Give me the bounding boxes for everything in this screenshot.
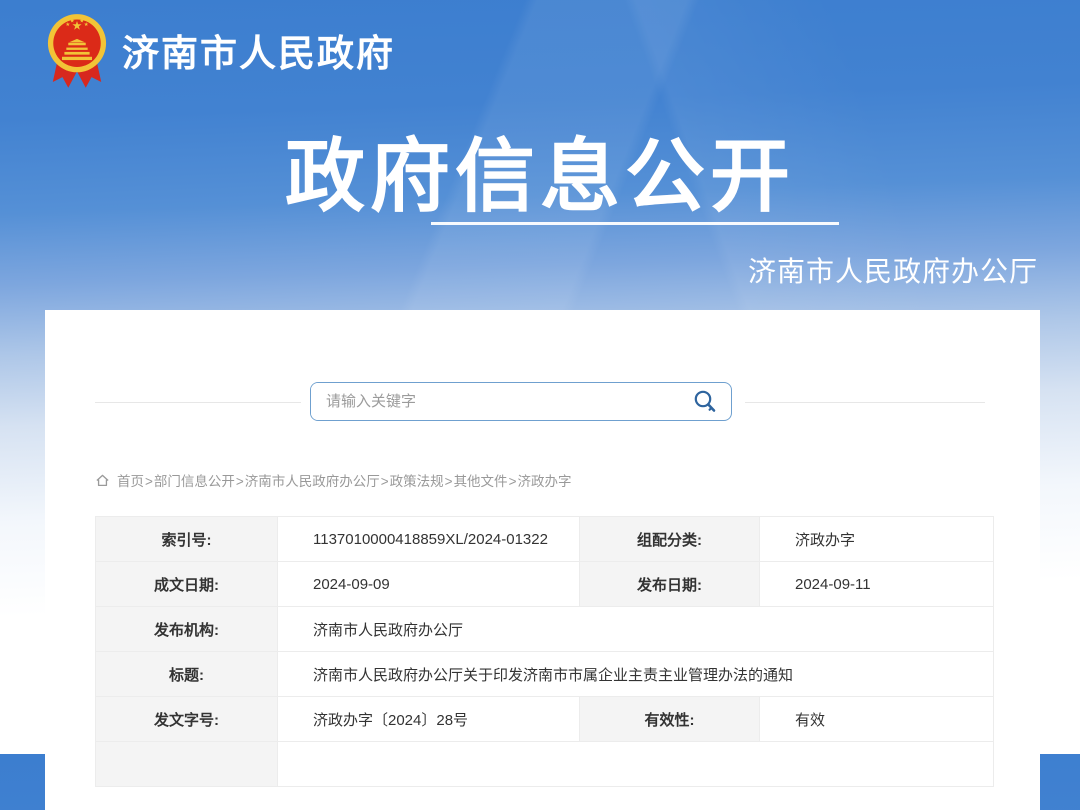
info-table: 索引号:1137010000418859XL/2024-01322组配分类:济政… — [95, 516, 994, 787]
breadcrumb-item[interactable]: 济政办字 — [517, 474, 571, 489]
field-label — [96, 742, 278, 787]
breadcrumb-items: 首页>部门信息公开>济南市人民政府办公厅>政策法规>其他文件>济政办字 — [117, 470, 571, 490]
breadcrumb-item[interactable]: 其他文件 — [454, 474, 508, 489]
breadcrumb-item[interactable]: 政策法规 — [390, 474, 444, 489]
field-value: 济南市人民政府办公厅关于印发济南市市属企业主责主业管理办法的通知 — [278, 652, 994, 697]
table-row — [96, 742, 994, 787]
field-label: 发布日期: — [580, 562, 760, 607]
department-name: 济南市人民政府办公厅 — [748, 250, 1038, 290]
site-name: 济南市人民政府 — [122, 23, 395, 77]
search-box — [310, 382, 732, 421]
content-panel: 首页>部门信息公开>济南市人民政府办公厅>政策法规>其他文件>济政办字 索引号:… — [45, 310, 1040, 810]
search-input[interactable] — [311, 383, 679, 420]
government-info-page: { "header": { "site_name": "济南市人民政府", "p… — [0, 0, 1080, 754]
table-row: 索引号:1137010000418859XL/2024-01322组配分类:济政… — [96, 517, 994, 562]
field-value — [278, 742, 994, 787]
table-row: 标题:济南市人民政府办公厅关于印发济南市市属企业主责主业管理办法的通知 — [96, 652, 994, 697]
breadcrumb-item[interactable]: 济南市人民政府办公厅 — [245, 474, 380, 489]
breadcrumb-separator: > — [145, 474, 153, 489]
field-value: 济南市人民政府办公厅 — [278, 607, 994, 652]
title-underline — [431, 222, 839, 225]
breadcrumb-item[interactable]: 首页 — [117, 474, 144, 489]
site-logo[interactable]: 济南市人民政府 — [46, 6, 395, 94]
breadcrumb-item[interactable]: 部门信息公开 — [154, 474, 235, 489]
home-icon — [95, 473, 110, 488]
field-label: 索引号: — [96, 517, 278, 562]
divider-left — [95, 402, 301, 403]
field-value: 济政办字 — [760, 517, 994, 562]
field-label: 发布机构: — [96, 607, 278, 652]
field-value: 济政办字〔2024〕28号 — [278, 697, 580, 742]
field-value: 有效 — [760, 697, 994, 742]
national-emblem-icon — [46, 11, 108, 89]
breadcrumb-separator: > — [236, 474, 244, 489]
search-button[interactable] — [679, 383, 731, 420]
table-row: 成文日期:2024-09-09发布日期:2024-09-11 — [96, 562, 994, 607]
table-row: 发布机构:济南市人民政府办公厅 — [96, 607, 994, 652]
field-label: 组配分类: — [580, 517, 760, 562]
breadcrumb-separator: > — [509, 474, 517, 489]
field-label: 发文字号: — [96, 697, 278, 742]
field-label: 标题: — [96, 652, 278, 697]
table-row: 发文字号:济政办字〔2024〕28号有效性:有效 — [96, 697, 994, 742]
field-value: 1137010000418859XL/2024-01322 — [278, 517, 580, 562]
breadcrumb-separator: > — [381, 474, 389, 489]
breadcrumb: 首页>部门信息公开>济南市人民政府办公厅>政策法规>其他文件>济政办字 — [95, 470, 571, 490]
field-value: 2024-09-09 — [278, 562, 580, 607]
breadcrumb-separator: > — [445, 474, 453, 489]
field-label: 成文日期: — [96, 562, 278, 607]
field-value: 2024-09-11 — [760, 562, 994, 607]
divider-right — [745, 402, 985, 403]
page-title: 政府信息公开 — [0, 112, 1080, 228]
field-label: 有效性: — [580, 697, 760, 742]
search-icon — [692, 389, 718, 415]
